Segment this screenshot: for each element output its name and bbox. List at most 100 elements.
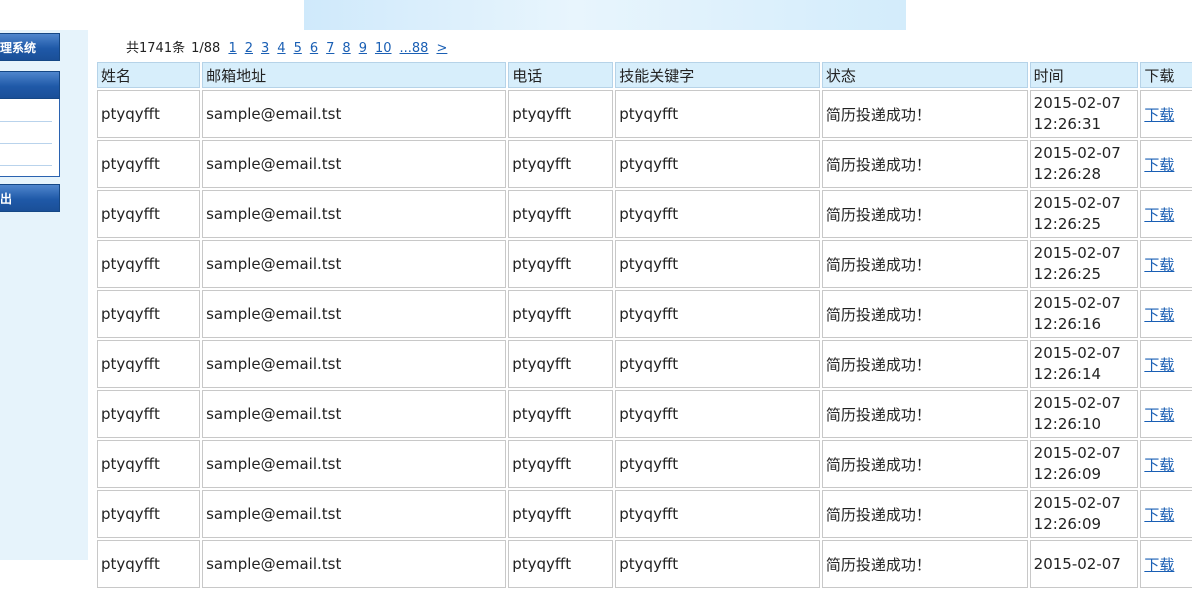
cell-email: sample@email.tst — [202, 340, 506, 388]
table-row: ptyqyfftsample@email.tstptyqyfftptyqyfft… — [97, 490, 1192, 538]
download-link[interactable]: 下载 — [1144, 556, 1174, 574]
table-row: ptyqyfftsample@email.tstptyqyfftptyqyfft… — [97, 90, 1192, 138]
download-link[interactable]: 下载 — [1144, 456, 1174, 474]
cell-skills: ptyqyfft — [615, 290, 820, 338]
cell-name: ptyqyfft — [97, 190, 200, 238]
cell-status: 简历投递成功！ — [822, 90, 1028, 138]
download-link[interactable]: 下载 — [1144, 156, 1174, 174]
cell-download: 下载 — [1140, 90, 1192, 138]
cell-email: sample@email.tst — [202, 190, 506, 238]
cell-date-text: 2015-02-07 — [1034, 243, 1135, 264]
download-link[interactable]: 下载 — [1144, 256, 1174, 274]
cell-skills: ptyqyfft — [615, 190, 820, 238]
cell-email: sample@email.tst — [202, 390, 506, 438]
cell-skills: ptyqyfft — [615, 440, 820, 488]
page-link[interactable]: 3 — [261, 41, 269, 56]
sidebar-header-label: 管理系统 — [0, 41, 36, 55]
cell-time-text: 12:26:09 — [1034, 514, 1135, 535]
col-header-email: 邮箱地址 — [202, 62, 506, 88]
cell-email: sample@email.tst — [202, 290, 506, 338]
table-row: ptyqyfftsample@email.tstptyqyfftptyqyfft… — [97, 440, 1192, 488]
table-row: ptyqyfftsample@email.tstptyqyfftptyqyfft… — [97, 240, 1192, 288]
cell-phone: ptyqyfft — [508, 340, 613, 388]
cell-status: 简历投递成功！ — [822, 290, 1028, 338]
cell-download: 下载 — [1140, 490, 1192, 538]
cell-time: 2015-02-0712:26:10 — [1030, 390, 1139, 438]
cell-time: 2015-02-0712:26:14 — [1030, 340, 1139, 388]
download-link[interactable]: 下载 — [1144, 406, 1174, 424]
table-row: ptyqyfftsample@email.tstptyqyfftptyqyfft… — [97, 390, 1192, 438]
page-link[interactable]: 4 — [277, 41, 285, 56]
cell-time-text: 12:26:10 — [1034, 414, 1135, 435]
cell-date-text: 2015-02-07 — [1034, 393, 1135, 414]
cell-download: 下载 — [1140, 190, 1192, 238]
cell-date-text: 2015-02-07 — [1034, 93, 1135, 114]
cell-skills: ptyqyfft — [615, 340, 820, 388]
cell-phone: ptyqyfft — [508, 90, 613, 138]
page-link[interactable]: 5 — [294, 41, 302, 56]
download-link[interactable]: 下载 — [1144, 106, 1174, 124]
cell-download: 下载 — [1140, 390, 1192, 438]
col-header-time: 时间 — [1030, 62, 1139, 88]
cell-phone: ptyqyfft — [508, 290, 613, 338]
cell-phone: ptyqyfft — [508, 490, 613, 538]
cell-name: ptyqyfft — [97, 440, 200, 488]
cell-phone: ptyqyfft — [508, 140, 613, 188]
cell-name: ptyqyfft — [97, 390, 200, 438]
col-header-phone: 电话 — [508, 62, 613, 88]
cell-time: 2015-02-07 — [1030, 540, 1139, 588]
cell-time: 2015-02-0712:26:16 — [1030, 290, 1139, 338]
cell-download: 下载 — [1140, 240, 1192, 288]
page-link[interactable]: 2 — [245, 41, 253, 56]
page-indicator: 1/88 — [191, 41, 220, 56]
sidebar-divider — [0, 165, 52, 166]
page-link[interactable]: 10 — [375, 41, 392, 56]
download-link[interactable]: 下载 — [1144, 356, 1174, 374]
cell-status: 简历投递成功！ — [822, 390, 1028, 438]
cell-time-text: 12:26:31 — [1034, 114, 1135, 135]
main-content: 共1741条1/88 12345678910...88> 姓名 邮箱地址 电话 … — [96, 38, 1192, 590]
page-link[interactable]: 7 — [326, 41, 334, 56]
page-link[interactable]: > — [436, 41, 447, 56]
download-link[interactable]: 下载 — [1144, 506, 1174, 524]
record-total: 共1741条 — [126, 41, 185, 56]
cell-phone: ptyqyfft — [508, 540, 613, 588]
cell-email: sample@email.tst — [202, 540, 506, 588]
page-link[interactable]: 8 — [342, 41, 350, 56]
sidebar-header-menu[interactable]: 统 — [0, 71, 60, 99]
cell-status: 简历投递成功！ — [822, 340, 1028, 388]
table-row: ptyqyfftsample@email.tstptyqyfftptyqyfft… — [97, 140, 1192, 188]
col-header-download: 下载 — [1140, 62, 1192, 88]
cell-skills: ptyqyfft — [615, 490, 820, 538]
cell-date-text: 2015-02-07 — [1034, 293, 1135, 314]
cell-download: 下载 — [1140, 340, 1192, 388]
col-header-status: 状态 — [822, 62, 1028, 88]
page-link[interactable]: 1 — [228, 41, 236, 56]
page-link[interactable]: 9 — [359, 41, 367, 56]
cell-name: ptyqyfft — [97, 340, 200, 388]
sidebar-header-system[interactable]: 管理系统 — [0, 33, 60, 61]
cell-email: sample@email.tst — [202, 140, 506, 188]
sidebar-logout[interactable]: 退出 — [0, 184, 60, 212]
pagination: 共1741条 1/88 123456789 10 ...88 > — [96, 38, 1192, 60]
download-link[interactable]: 下载 — [1144, 306, 1174, 324]
cell-time: 2015-02-0712:26:09 — [1030, 440, 1139, 488]
cell-name: ptyqyfft — [97, 140, 200, 188]
left-sidebar: 管理系统 统 退出 — [0, 30, 88, 560]
page-link[interactable]: ...88 — [400, 41, 429, 56]
cell-download: 下载 — [1140, 290, 1192, 338]
cell-status: 简历投递成功！ — [822, 140, 1028, 188]
download-link[interactable]: 下载 — [1144, 206, 1174, 224]
table-row: ptyqyfftsample@email.tstptyqyfftptyqyfft… — [97, 290, 1192, 338]
cell-name: ptyqyfft — [97, 240, 200, 288]
cell-phone: ptyqyfft — [508, 390, 613, 438]
col-header-skills: 技能关键字 — [615, 62, 820, 88]
cell-time-text: 12:26:25 — [1034, 264, 1135, 285]
page-link[interactable]: 6 — [310, 41, 318, 56]
cell-time: 2015-02-0712:26:28 — [1030, 140, 1139, 188]
cell-date-text: 2015-02-07 — [1034, 193, 1135, 214]
cell-time: 2015-02-0712:26:25 — [1030, 240, 1139, 288]
cell-phone: ptyqyfft — [508, 240, 613, 288]
cell-skills: ptyqyfft — [615, 390, 820, 438]
cell-skills: ptyqyfft — [615, 90, 820, 138]
